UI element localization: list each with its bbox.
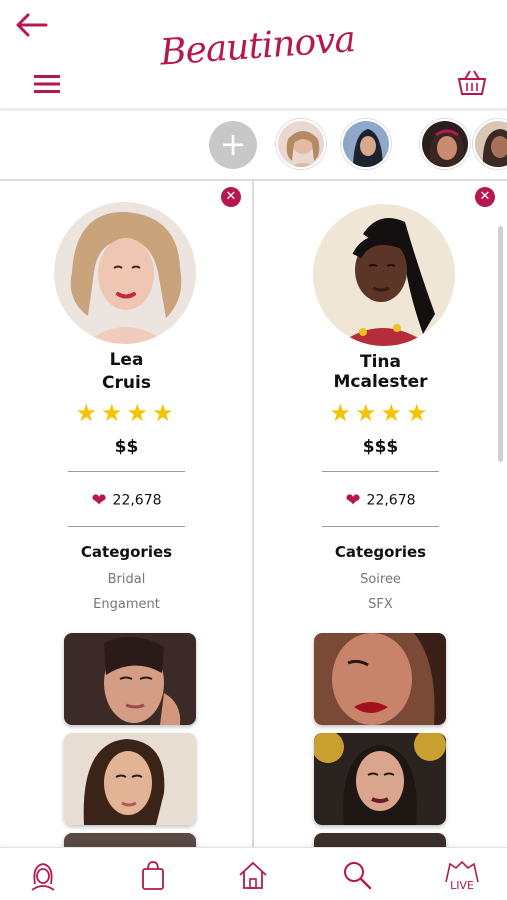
divider xyxy=(68,526,185,527)
likes-count[interactable]: ❤ 22,678 xyxy=(0,490,253,511)
divider xyxy=(322,526,439,527)
artist-last-name: Cruis xyxy=(102,373,151,393)
remove-artist-button[interactable]: ✕ xyxy=(221,187,241,207)
live-icon[interactable]: LIVE xyxy=(442,858,482,892)
gallery-photo[interactable] xyxy=(64,833,196,847)
svg-text:LIVE: LIVE xyxy=(450,879,474,892)
shopping-bag-icon[interactable] xyxy=(136,858,170,892)
category-item: Soiree xyxy=(360,572,401,587)
gallery-photo[interactable] xyxy=(64,633,196,725)
artist-card-left: ✕ Lea Cruis ★★★★ $$ ❤ 22,678 Categories B… xyxy=(0,181,253,847)
artist-last-name: Mcalester xyxy=(333,372,428,392)
gallery-photo[interactable] xyxy=(314,833,446,847)
gallery-photo[interactable] xyxy=(314,733,446,825)
category-item: Engament xyxy=(93,597,160,612)
heart-icon[interactable]: ❤ xyxy=(91,490,106,511)
price-level: $$ xyxy=(114,437,139,457)
likes-count[interactable]: ❤ 22,678 xyxy=(254,490,507,511)
remove-artist-button[interactable]: ✕ xyxy=(475,187,495,207)
artist-thumb-2[interactable] xyxy=(341,119,391,169)
category-item: SFX xyxy=(368,597,393,612)
likes-value: 22,678 xyxy=(366,492,416,509)
artist-card-right: ✕ Tina Mcalester ★★★★ $$$ ❤ 22,678 Catego… xyxy=(254,181,507,847)
divider xyxy=(322,471,439,472)
bottom-nav: LIVE xyxy=(0,847,507,900)
search-icon[interactable] xyxy=(340,858,374,892)
gallery-photo[interactable] xyxy=(314,633,446,725)
gallery-photo[interactable] xyxy=(64,733,196,825)
basket-icon[interactable] xyxy=(456,68,488,98)
rating-stars: ★★★★ xyxy=(75,399,178,427)
artist-thumb-3[interactable] xyxy=(420,119,470,169)
category-item: Bridal xyxy=(107,572,146,587)
hamburger-icon[interactable] xyxy=(32,72,62,96)
profile-icon[interactable] xyxy=(26,858,60,892)
artist-thumb-4[interactable] xyxy=(473,119,507,169)
divider xyxy=(68,471,185,472)
categories-title: Categories xyxy=(334,543,427,561)
artist-first-name: Lea xyxy=(109,350,144,370)
brand-logo: Beautinova xyxy=(158,19,357,74)
artist-portrait[interactable] xyxy=(313,204,455,346)
artist-thumb-1[interactable] xyxy=(276,119,326,169)
price-level: $$$ xyxy=(362,437,399,457)
arrow-left-icon[interactable] xyxy=(14,10,48,40)
likes-value: 22,678 xyxy=(112,492,162,509)
artist-first-name: Tina xyxy=(360,352,401,372)
home-icon[interactable] xyxy=(236,858,270,892)
artist-strip[interactable]: + xyxy=(0,111,507,179)
app-header: Beautinova xyxy=(0,0,507,108)
scrollbar[interactable] xyxy=(498,226,503,462)
rating-stars: ★★★★ xyxy=(329,399,432,427)
add-artist-button[interactable]: + xyxy=(209,121,257,169)
categories-title: Categories xyxy=(80,543,173,561)
heart-icon[interactable]: ❤ xyxy=(345,490,360,511)
artist-portrait[interactable] xyxy=(54,202,196,344)
